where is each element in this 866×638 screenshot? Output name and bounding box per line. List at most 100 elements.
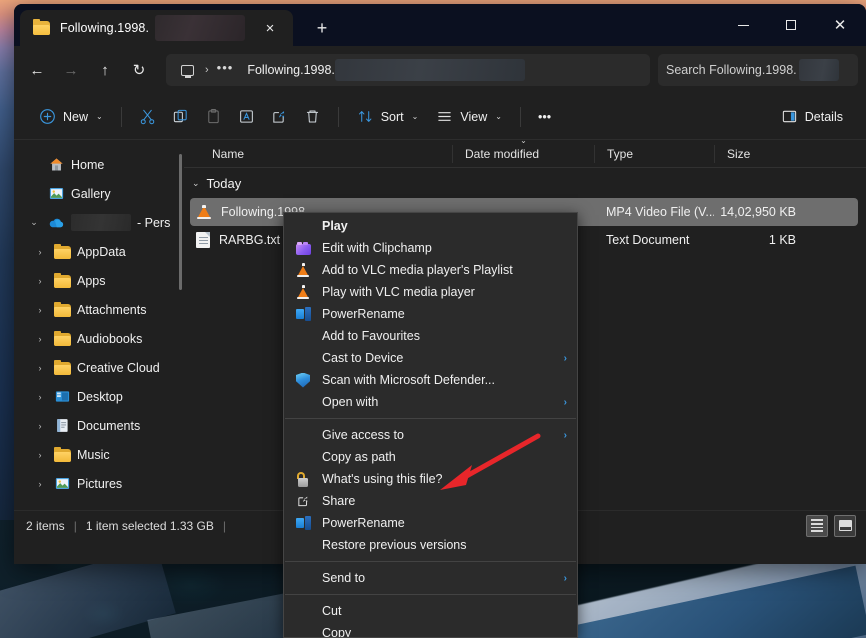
- group-header-today[interactable]: ⌄ Today: [184, 168, 866, 198]
- menu-item-powerrename-2[interactable]: PowerRename: [284, 512, 577, 534]
- gallery-icon: [48, 185, 65, 202]
- menu-item-play-with-vlc[interactable]: Play with VLC media player: [284, 281, 577, 303]
- menu-item-restore-previous-versions[interactable]: Restore previous versions: [284, 534, 577, 556]
- menu-item-edit-with-clipchamp[interactable]: Edit with Clipchamp: [284, 237, 577, 259]
- scissors-icon: [139, 108, 156, 125]
- powerrename-icon: [292, 306, 314, 322]
- menu-item-copy[interactable]: Copy: [284, 622, 577, 638]
- menu-item-add-to-favourites[interactable]: Add to Favourites: [284, 325, 577, 347]
- menu-item-copy-as-path[interactable]: Copy as path: [284, 446, 577, 468]
- delete-button[interactable]: [296, 101, 329, 133]
- new-tab-button[interactable]: +: [307, 13, 337, 43]
- sidebar-item-appdata[interactable]: › AppData: [18, 237, 178, 266]
- view-button[interactable]: View ⌄: [427, 101, 511, 133]
- menu-item-send-to[interactable]: Send to ›: [284, 567, 577, 589]
- address-bar[interactable]: › ••• Following.1998.: [166, 54, 650, 86]
- chevron-right-icon[interactable]: ›: [32, 479, 48, 489]
- sidebar-item-documents[interactable]: › Documents: [18, 411, 178, 440]
- copy-icon: [172, 108, 189, 125]
- minimize-button[interactable]: [720, 4, 767, 46]
- sidebar-item-audiobooks[interactable]: › Audiobooks: [18, 324, 178, 353]
- forward-button[interactable]: →: [54, 54, 88, 86]
- refresh-button[interactable]: ↻: [122, 54, 156, 86]
- menu-item-play[interactable]: Play: [284, 215, 577, 237]
- menu-item-add-to-vlc-playlist[interactable]: Add to VLC media player's Playlist: [284, 259, 577, 281]
- column-header-date-modified[interactable]: ⌄ Date modified: [452, 145, 594, 163]
- up-button[interactable]: ↑: [88, 54, 122, 86]
- tab-following-1998[interactable]: Following.1998. ×: [20, 10, 293, 46]
- sort-button-label: Sort: [381, 110, 404, 124]
- sidebar-item-apps[interactable]: › Apps: [18, 266, 178, 295]
- column-header-size[interactable]: Size: [714, 145, 802, 163]
- sidebar-item-music[interactable]: › Music: [18, 440, 178, 469]
- chevron-right-icon[interactable]: ›: [32, 450, 48, 460]
- search-input[interactable]: Search Following.1998.: [658, 54, 858, 86]
- menu-item-cut[interactable]: Cut: [284, 600, 577, 622]
- breadcrumb-overflow-icon[interactable]: •••: [214, 60, 240, 80]
- details-view-toggle[interactable]: [806, 515, 828, 537]
- sidebar-item-label: Attachments: [77, 303, 146, 317]
- menu-icon-placeholder: [292, 427, 314, 443]
- details-pane-button[interactable]: Details: [772, 101, 852, 133]
- chevron-right-icon[interactable]: ›: [32, 247, 48, 257]
- menu-item-label: Share: [322, 494, 567, 508]
- folder-icon: [54, 303, 71, 317]
- pictures-icon: [54, 475, 71, 492]
- submenu-arrow-icon: ›: [564, 353, 567, 364]
- chevron-right-icon[interactable]: ›: [32, 276, 48, 286]
- sidebar-item-label: Audiobooks: [77, 332, 142, 346]
- chevron-right-icon[interactable]: ›: [32, 363, 48, 373]
- menu-item-share[interactable]: Share: [284, 490, 577, 512]
- menu-item-give-access-to[interactable]: Give access to ›: [284, 424, 577, 446]
- column-header-name[interactable]: Name: [184, 145, 452, 163]
- monitor-icon[interactable]: [174, 57, 200, 83]
- vlc-icon: [292, 284, 314, 300]
- paste-button[interactable]: [197, 101, 230, 133]
- chevron-down-icon[interactable]: ⌄: [192, 178, 200, 189]
- paste-icon: [205, 108, 222, 125]
- maximize-button[interactable]: [767, 4, 814, 46]
- sidebar-item-label: AppData: [77, 245, 126, 259]
- new-button[interactable]: New ⌄: [30, 101, 112, 133]
- column-header-type[interactable]: Type: [594, 145, 714, 163]
- chevron-right-icon[interactable]: ›: [32, 334, 48, 344]
- toolbar-divider-3: [520, 107, 521, 127]
- large-icons-view-toggle[interactable]: [834, 515, 856, 537]
- menu-item-label: Scan with Microsoft Defender...: [322, 373, 567, 387]
- sidebar-item-creative-cloud[interactable]: › Creative Cloud: [18, 353, 178, 382]
- sidebar-item-home[interactable]: Home: [18, 150, 178, 179]
- share-button[interactable]: [263, 101, 296, 133]
- menu-item-label: Give access to: [322, 428, 564, 442]
- sidebar-item-onedrive-personal[interactable]: ⌄ - Pers: [18, 208, 178, 237]
- sidebar-item-gallery[interactable]: Gallery: [18, 179, 178, 208]
- back-button[interactable]: ←: [20, 54, 54, 86]
- close-tab-icon[interactable]: ×: [257, 15, 283, 41]
- menu-item-whats-using-this-file[interactable]: What's using this file?: [284, 468, 577, 490]
- file-type-cell: Text Document: [594, 233, 714, 247]
- sidebar-item-attachments[interactable]: › Attachments: [18, 295, 178, 324]
- text-document-icon: [196, 232, 210, 248]
- folder-icon: [54, 332, 71, 346]
- copy-button[interactable]: [164, 101, 197, 133]
- share-icon: [292, 493, 314, 509]
- breadcrumb-redaction: [335, 59, 525, 81]
- rename-button[interactable]: [230, 101, 263, 133]
- chevron-right-icon[interactable]: ›: [32, 392, 48, 402]
- documents-icon: [54, 417, 71, 434]
- cut-button[interactable]: [131, 101, 164, 133]
- menu-item-cast-to-device[interactable]: Cast to Device ›: [284, 347, 577, 369]
- chevron-right-icon[interactable]: ›: [32, 305, 48, 315]
- menu-item-powerrename-1[interactable]: PowerRename: [284, 303, 577, 325]
- group-header-label: Today: [207, 176, 242, 191]
- more-options-button[interactable]: •••: [530, 101, 559, 133]
- close-window-button[interactable]: ✕: [814, 4, 866, 46]
- chevron-down-icon[interactable]: ⌄: [26, 217, 42, 228]
- sidebar-item-pictures[interactable]: › Pictures: [18, 469, 178, 498]
- sidebar-item-desktop[interactable]: › Desktop: [18, 382, 178, 411]
- folder-icon: [33, 21, 50, 35]
- nav-scrollbar[interactable]: [179, 154, 182, 290]
- chevron-right-icon[interactable]: ›: [32, 421, 48, 431]
- menu-item-scan-with-defender[interactable]: Scan with Microsoft Defender...: [284, 369, 577, 391]
- menu-item-open-with[interactable]: Open with ›: [284, 391, 577, 413]
- sort-button[interactable]: Sort ⌄: [348, 101, 428, 133]
